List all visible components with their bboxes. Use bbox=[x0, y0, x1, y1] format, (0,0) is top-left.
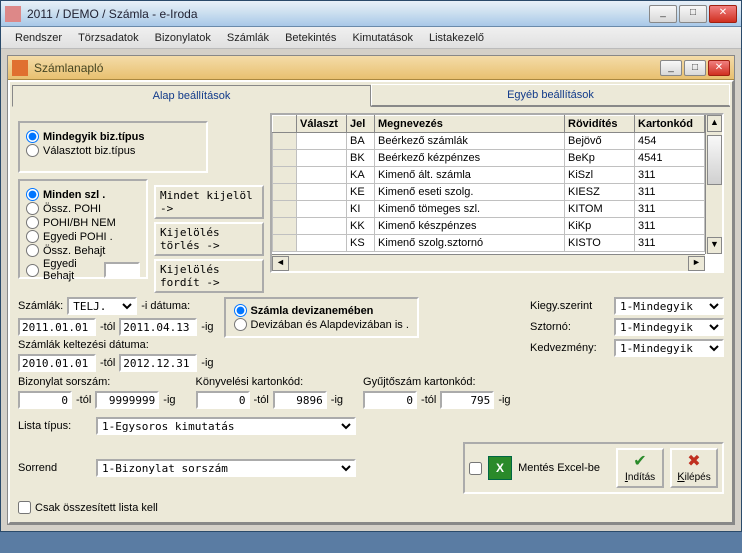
scroll-left-icon[interactable]: ◄ bbox=[272, 256, 289, 271]
sorrend-select[interactable]: 1-Bizonylat sorszám bbox=[96, 459, 356, 477]
lista-tipus-select[interactable]: 1-Egysoros kimutatás bbox=[96, 417, 356, 435]
inner-icon bbox=[12, 60, 28, 76]
grid-scrollbar-horizontal[interactable]: ◄ ► bbox=[272, 254, 705, 271]
szl-group: Minden szl . Össz. POHI POHI/BH NEM Egye… bbox=[18, 179, 148, 279]
excel-label: Mentés Excel-be bbox=[518, 462, 600, 474]
inner-minimize-button[interactable]: _ bbox=[660, 60, 682, 76]
radio-mindegyik-biztipus[interactable] bbox=[26, 130, 39, 143]
inner-close-button[interactable]: ✕ bbox=[708, 60, 730, 76]
close-button[interactable]: ✕ bbox=[709, 5, 737, 23]
date2-from-input[interactable] bbox=[18, 354, 96, 372]
date1-from-input[interactable] bbox=[18, 318, 96, 336]
menu-bizonylatok[interactable]: Bizonylatok bbox=[147, 30, 219, 46]
outer-titlebar: 2011 / DEMO / Számla - e-Iroda _ □ ✕ bbox=[1, 1, 741, 27]
grid-header[interactable]: Kartonkód bbox=[635, 116, 705, 133]
radio-minden-szl[interactable] bbox=[26, 188, 39, 201]
radio-egyedi-pohi[interactable] bbox=[26, 230, 39, 243]
sztorno-label: Sztornó: bbox=[530, 321, 610, 333]
grid-header[interactable]: Jel bbox=[347, 116, 375, 133]
tab-alap-beallitasok[interactable]: Alap beállítások bbox=[12, 85, 371, 107]
table-row[interactable]: KIKimenő tömeges szl.KITOM311 bbox=[273, 201, 722, 218]
maximize-button[interactable]: □ bbox=[679, 5, 707, 23]
keltezes-label: Számlák keltezési dátuma: bbox=[18, 339, 214, 351]
scroll-down-icon[interactable]: ▼ bbox=[707, 237, 722, 254]
table-row[interactable]: BKBeérkező kézpénzesBeKp4541 bbox=[273, 150, 722, 167]
gyujt-from-input[interactable] bbox=[363, 391, 417, 409]
scroll-thumb[interactable] bbox=[707, 135, 722, 185]
idatum-label: -i dátuma: bbox=[141, 300, 190, 312]
check-icon: ✔ bbox=[633, 454, 646, 470]
gyujt-to-input[interactable] bbox=[440, 391, 494, 409]
csak-osszesitett-label: Csak összesített lista kell bbox=[35, 502, 158, 514]
egyedi-behajt-input[interactable] bbox=[104, 262, 140, 278]
grid[interactable]: VálasztJelMegnevezésRövidítésKartonkódBA… bbox=[270, 113, 724, 273]
deviza-group: Számla devizanemében Devizában és Alapde… bbox=[224, 297, 419, 338]
radio-deviza-alapdeviza[interactable] bbox=[234, 318, 247, 331]
app-icon bbox=[5, 6, 21, 22]
biz-from-input[interactable] bbox=[18, 391, 72, 409]
kijeloles-fordit-button[interactable]: Kijelölés fordít -> bbox=[154, 259, 264, 293]
konyvelesi-label: Könyvelési kartonkód: bbox=[196, 376, 344, 388]
szamlak-label: Számlák: bbox=[18, 300, 63, 312]
inditas-button[interactable]: ✔ Indítás bbox=[616, 448, 664, 488]
kiegy-select[interactable]: 1-Mindegyik bbox=[614, 297, 724, 315]
menu-listakezelo[interactable]: Listakezelő bbox=[421, 30, 492, 46]
biz-sorszam-label: Bizonylat sorszám: bbox=[18, 376, 176, 388]
kedvezmeny-label: Kedvezmény: bbox=[530, 342, 610, 354]
gyujtoszam-label: Gyűjtőszám kartonkód: bbox=[363, 376, 511, 388]
menu-kimutatasok[interactable]: Kimutatások bbox=[344, 30, 421, 46]
biztipus-group: Mindegyik biz.típus Választott biz.típus bbox=[18, 121, 208, 173]
scroll-right-icon[interactable]: ► bbox=[688, 256, 705, 271]
kilepes-button[interactable]: ✖ Kilépés bbox=[670, 448, 718, 488]
kijeloles-torles-button[interactable]: Kijelölés törlés -> bbox=[154, 222, 264, 256]
menu-rendszer[interactable]: Rendszer bbox=[7, 30, 70, 46]
date1-to-input[interactable] bbox=[119, 318, 197, 336]
inner-title: Számlanapló bbox=[34, 61, 660, 75]
inner-maximize-button[interactable]: □ bbox=[684, 60, 706, 76]
csak-osszesitett-checkbox[interactable] bbox=[18, 501, 31, 514]
radio-valasztott-biztipus[interactable] bbox=[26, 144, 39, 157]
radio-ossz-pohi[interactable] bbox=[26, 202, 39, 215]
sztorno-select[interactable]: 1-Mindegyik bbox=[614, 318, 724, 336]
kony-from-input[interactable] bbox=[196, 391, 250, 409]
table-row[interactable]: KAKimenő ált. számlaKiSzl311 bbox=[273, 167, 722, 184]
excel-icon: X bbox=[488, 456, 512, 480]
kony-to-input[interactable] bbox=[273, 391, 327, 409]
table-row[interactable]: BABeérkező számlákBejövő454 bbox=[273, 133, 722, 150]
table-row[interactable]: KKKimenő készpénzesKiKp311 bbox=[273, 218, 722, 235]
menu-betekintes[interactable]: Betekintés bbox=[277, 30, 344, 46]
grid-header[interactable]: Választ bbox=[297, 116, 347, 133]
menu-szamlak[interactable]: Számlák bbox=[219, 30, 277, 46]
inner-titlebar: Számlanapló _ □ ✕ bbox=[8, 56, 734, 80]
mindet-kijelol-button[interactable]: Mindet kijelöl -> bbox=[154, 185, 264, 219]
table-row[interactable]: KSKimenő szolg.sztornóKISTO311 bbox=[273, 235, 722, 252]
minimize-button[interactable]: _ bbox=[649, 5, 677, 23]
menu-torzsadatok[interactable]: Törzsadatok bbox=[70, 30, 147, 46]
radio-pohi-bh-nem[interactable] bbox=[26, 216, 39, 229]
menubar: Rendszer Törzsadatok Bizonylatok Számlák… bbox=[1, 27, 741, 49]
label-mindegyik-biztipus: Mindegyik biz.típus bbox=[43, 131, 144, 143]
sorrend-label: Sorrend bbox=[18, 462, 88, 474]
window-title: 2011 / DEMO / Számla - e-Iroda bbox=[27, 7, 649, 21]
kedvezmeny-select[interactable]: 1-Mindegyik bbox=[614, 339, 724, 357]
excel-checkbox[interactable] bbox=[469, 462, 482, 475]
kiegy-label: Kiegy.szerint bbox=[530, 300, 610, 312]
table-row[interactable]: KEKimenő eseti szolg.KIESZ311 bbox=[273, 184, 722, 201]
radio-ossz-behajt[interactable] bbox=[26, 244, 39, 257]
biz-to-input[interactable] bbox=[95, 391, 159, 409]
grid-header[interactable]: Megnevezés bbox=[375, 116, 565, 133]
close-icon: ✖ bbox=[687, 454, 700, 470]
radio-egyedi-behajt[interactable] bbox=[26, 264, 39, 277]
lista-tipus-label: Lista típus: bbox=[18, 420, 88, 432]
label-valasztott-biztipus: Választott biz.típus bbox=[43, 145, 135, 157]
date2-to-input[interactable] bbox=[119, 354, 197, 372]
grid-scrollbar-vertical[interactable]: ▲ ▼ bbox=[705, 115, 722, 254]
telj-select[interactable]: TELJ. bbox=[67, 297, 137, 315]
label-minden-szl: Minden szl . bbox=[43, 189, 105, 201]
grid-header[interactable]: Rövidítés bbox=[565, 116, 635, 133]
tab-egyeb-beallitasok[interactable]: Egyéb beállítások bbox=[371, 84, 730, 106]
scroll-up-icon[interactable]: ▲ bbox=[707, 115, 722, 132]
radio-szamla-deviza[interactable] bbox=[234, 304, 247, 317]
